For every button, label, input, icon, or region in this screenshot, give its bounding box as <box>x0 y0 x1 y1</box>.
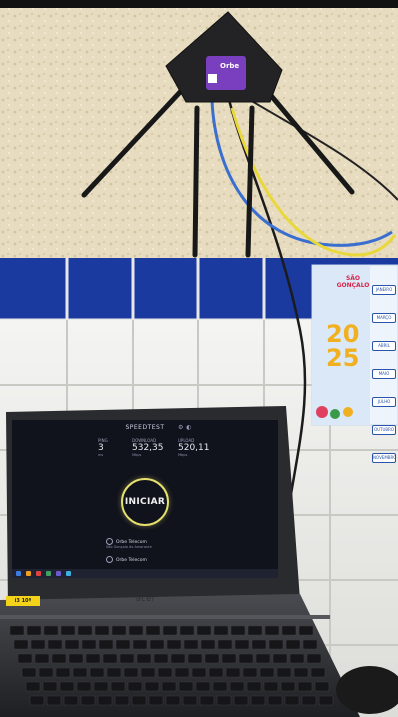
settings-icon[interactable]: ⚙ ◐ <box>178 424 192 431</box>
calendar-month: MAIO <box>372 369 396 379</box>
speedtest-header: SPEEDTEST ⚙ ◐ <box>12 424 278 431</box>
photo: Orbe SÃO GONÇALO 20 25 JANEIRO MARÇO ABR… <box>0 0 398 717</box>
metric-ping: PING 3 ms <box>98 438 108 457</box>
metric-upload: UPLOAD 520,11 Mbps <box>178 438 210 457</box>
calendar-month: MARÇO <box>372 313 396 323</box>
browser-icon[interactable] <box>66 571 71 576</box>
server-icon <box>106 556 113 563</box>
metric-value: 520,11 <box>178 443 210 453</box>
laptop-sticker: i3 10ª <box>6 596 40 606</box>
antenna-center-left <box>192 105 200 258</box>
laptop-screen: SPEEDTEST ⚙ ◐ PING 3 ms DOWNLOAD 532,35 … <box>12 420 278 578</box>
provider-icon <box>106 538 113 545</box>
router-label: Orbe <box>212 60 246 88</box>
speedtest-logo: SPEEDTEST <box>125 424 165 431</box>
app-icon[interactable] <box>46 571 51 576</box>
metric-value: 3 <box>98 443 104 453</box>
calendar-month: OUTUBRO <box>372 425 396 435</box>
app-icon[interactable] <box>36 571 41 576</box>
calendar-title: SÃO GONÇALO <box>336 275 370 289</box>
calendar-month: ABRIL <box>372 341 396 351</box>
server-name: Orbe Telecom <box>116 558 147 563</box>
calendar-month: JANEIRO <box>372 285 396 295</box>
provider-info[interactable]: Orbe Telecom São Gonçalo do Amarante <box>106 538 152 549</box>
calendar-year-top: 20 <box>326 320 360 348</box>
metric-unit: Mbps <box>178 453 188 457</box>
app-icon[interactable] <box>56 571 61 576</box>
top-border <box>0 0 398 8</box>
speedtest-metrics: PING 3 ms DOWNLOAD 532,35 Mbps UPLOAD 52… <box>98 438 218 468</box>
calendar-year: 20 25 <box>326 322 359 370</box>
metric-download: DOWNLOAD 532,35 Mbps <box>132 438 164 457</box>
start-test-label: INICIAR <box>124 497 166 507</box>
metric-unit: Mbps <box>132 453 142 457</box>
calendar-months: JANEIRO MARÇO ABRIL MAIO JULHO OUTUBRO N… <box>372 285 396 481</box>
calendar-month: JULHO <box>372 397 396 407</box>
laptop-brand: acer <box>136 594 156 603</box>
router-brand: Orbe <box>220 62 240 70</box>
calendar-year-bottom: 25 <box>326 344 360 372</box>
metric-value: 532,35 <box>132 443 164 453</box>
metric-unit: ms <box>98 453 104 457</box>
taskbar <box>12 569 278 578</box>
provider-location: São Gonçalo do Amarante <box>106 545 152 549</box>
server-info[interactable]: Orbe Telecom <box>106 556 147 563</box>
folder-icon[interactable] <box>26 571 31 576</box>
calendar-month: NOVEMBRO <box>372 453 396 463</box>
start-icon[interactable] <box>16 571 21 576</box>
start-test-button[interactable]: INICIAR <box>121 478 169 526</box>
